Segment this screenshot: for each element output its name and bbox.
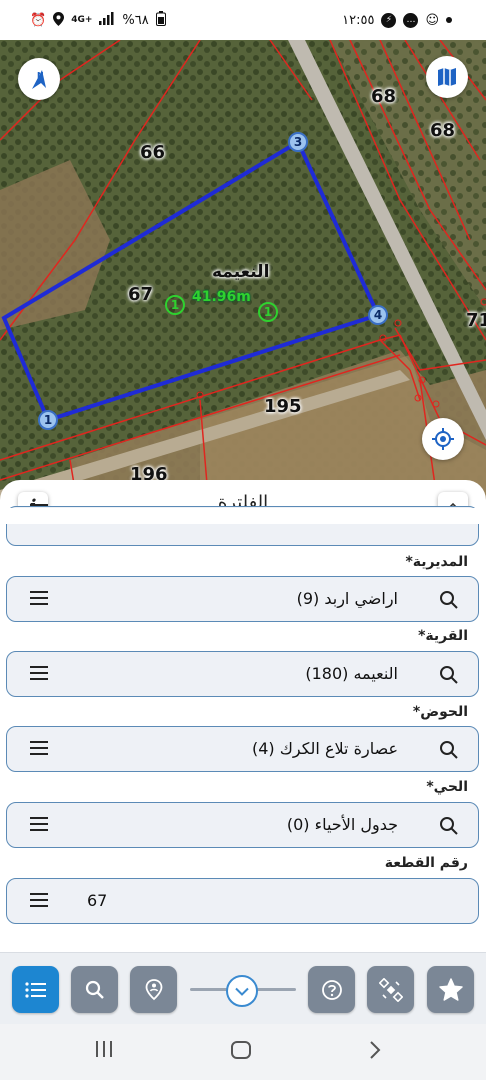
parcel-label-68a[interactable]: 68 — [371, 86, 396, 107]
vertex-4[interactable]: 4 — [368, 305, 388, 325]
home-icon — [231, 1041, 251, 1059]
messenger-icon: ⚡ — [381, 12, 397, 28]
filter-sheet: i الفلترة المديرية* اراضي اربد (9) القري… — [0, 480, 486, 950]
svg-text:N: N — [37, 71, 44, 80]
chat-icon: … — [403, 12, 419, 28]
map-view[interactable]: 66 67 68 68 195 196 71 النعيمه 41.96m 1 … — [0, 40, 486, 520]
basin-label: الحوض* — [412, 704, 468, 720]
status-right: ١٢:٥٥ ⚡ … ☺ — [342, 12, 458, 28]
distance-label: 41.96m — [192, 289, 251, 305]
system-nav-bar — [0, 1024, 486, 1080]
location-icon — [53, 11, 65, 29]
village-field-label: القرية* — [418, 628, 468, 644]
sheet-header-fade — [0, 508, 486, 524]
parcel-label-195[interactable]: 195 — [264, 396, 302, 417]
help-icon — [321, 979, 342, 1000]
bottom-toolbar — [0, 952, 486, 1024]
neighborhood-field[interactable]: جدول الأحياء (0) — [6, 802, 479, 848]
time-text: ١٢:٥٥ — [342, 12, 375, 28]
village-field[interactable]: النعيمه (180) — [6, 651, 479, 697]
directorate-label: المديرية* — [405, 554, 468, 570]
search-icon — [85, 980, 104, 999]
neighborhood-value: جدول الأحياء (0) — [286, 815, 398, 834]
menu-icon[interactable] — [29, 590, 49, 606]
signal-icon — [99, 12, 115, 28]
search-button[interactable] — [71, 966, 118, 1013]
slider-handle[interactable] — [226, 975, 258, 1007]
menu-icon[interactable] — [29, 665, 49, 681]
star-icon — [438, 977, 463, 1001]
notification-dot-icon — [446, 17, 452, 23]
back-button[interactable] — [368, 1040, 382, 1060]
help-button[interactable] — [308, 966, 355, 1013]
basin-value: عصارة تلاع الكرك (4) — [251, 739, 398, 758]
recent-apps-button[interactable] — [94, 1040, 114, 1058]
satellite-icon — [378, 977, 403, 1002]
parcel-label-71[interactable]: 71 — [466, 310, 486, 331]
north-arrow-icon: N — [32, 70, 46, 89]
search-icon[interactable] — [439, 665, 459, 685]
menu-icon[interactable] — [29, 892, 49, 908]
parcel-number-value[interactable]: 67 — [87, 891, 107, 910]
list-icon — [24, 981, 46, 998]
list-button[interactable] — [12, 966, 59, 1013]
menu-icon[interactable] — [29, 816, 49, 832]
favorites-button[interactable] — [427, 966, 474, 1013]
battery-text: %٦٨ — [122, 12, 149, 28]
parcel-number-field[interactable]: 67 — [6, 878, 479, 924]
network-type: 4G+ — [71, 14, 93, 25]
game-icon: ☺ — [425, 12, 439, 28]
vertex-3[interactable]: 3 — [288, 132, 308, 152]
village-label: النعيمه — [212, 262, 270, 282]
crosshair-icon — [432, 428, 454, 450]
directorate-value: اراضي اربد (9) — [296, 589, 398, 608]
status-left: ⏰ 4G+ %٦٨ — [30, 10, 166, 30]
location-pin-button[interactable] — [130, 966, 177, 1013]
basin-field[interactable]: عصارة تلاع الكرك (4) — [6, 726, 479, 772]
directorate-field[interactable]: اراضي اربد (9) — [6, 576, 479, 622]
recent-apps-icon — [96, 1041, 112, 1057]
my-location-button[interactable] — [422, 418, 464, 460]
menu-icon[interactable] — [29, 740, 49, 756]
status-bar: ⏰ 4G+ %٦٨ ١٢:٥٥ ⚡ … ☺ — [0, 0, 486, 40]
search-icon[interactable] — [439, 816, 459, 836]
village-value: النعيمه (180) — [305, 664, 398, 683]
compass-button[interactable]: N — [18, 58, 60, 100]
home-button[interactable] — [230, 1040, 252, 1060]
chevron-down-icon — [235, 987, 249, 996]
measure-marker-right: 1 — [258, 302, 278, 322]
chevron-right-icon — [370, 1041, 381, 1059]
satellite-button[interactable] — [367, 966, 414, 1013]
parcel-label-68b[interactable]: 68 — [430, 120, 455, 141]
parcel-label-66[interactable]: 66 — [140, 142, 165, 163]
map-layers-button[interactable] — [426, 56, 468, 98]
search-icon[interactable] — [439, 740, 459, 760]
battery-icon — [155, 10, 166, 30]
vertex-1[interactable]: 1 — [38, 410, 58, 430]
location-pin-icon — [145, 978, 162, 1000]
neighborhood-label: الحي* — [426, 779, 468, 795]
measure-marker-left: 1 — [165, 295, 185, 315]
search-icon[interactable] — [439, 590, 459, 610]
parcel-number-label: رقم القطعة — [384, 855, 468, 871]
alarm-icon: ⏰ — [30, 12, 47, 28]
parcel-label-67[interactable]: 67 — [128, 284, 153, 305]
map-icon — [438, 68, 456, 86]
